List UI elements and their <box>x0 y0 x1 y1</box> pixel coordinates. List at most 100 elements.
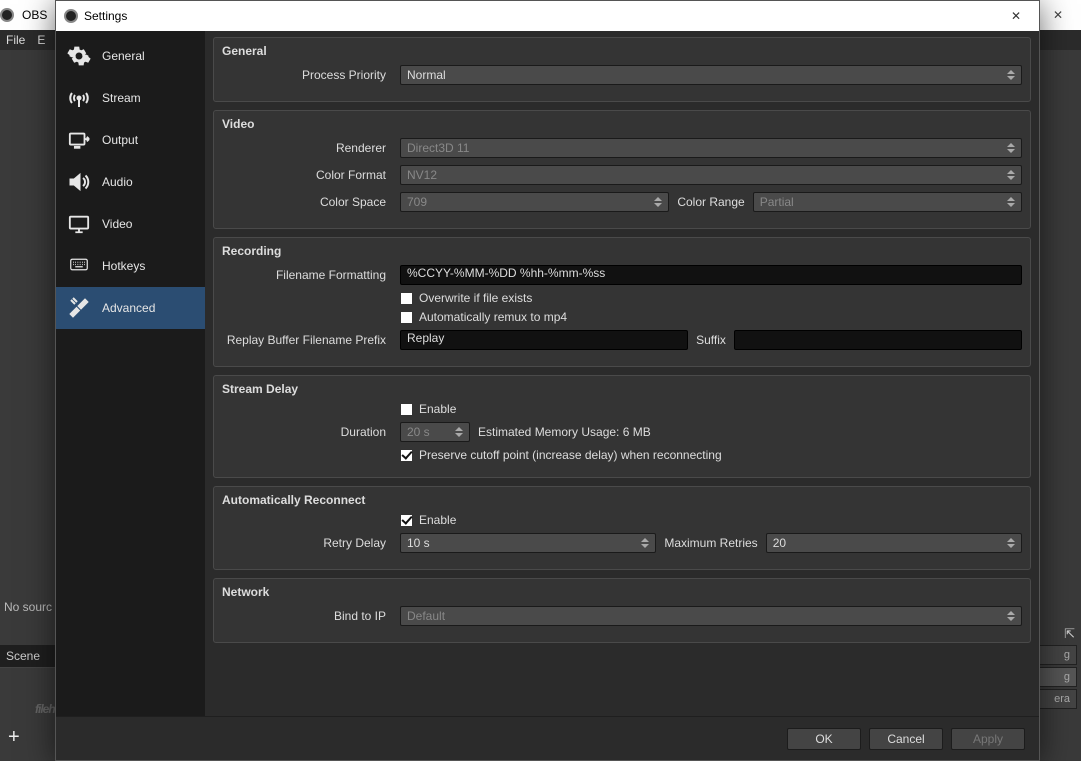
output-icon <box>66 127 92 153</box>
menu-item[interactable]: E <box>37 33 45 47</box>
group-stream-delay: Stream Delay Enable Duration 20 s Estima… <box>213 375 1031 478</box>
checkbox-label: Overwrite if file exists <box>419 291 532 305</box>
checkbox-label: Preserve cutoff point (increase delay) w… <box>419 448 722 462</box>
checkbox-icon <box>400 311 413 324</box>
auto-remux-checkbox[interactable]: Automatically remux to mp4 <box>400 310 1022 324</box>
sidebar-item-stream[interactable]: Stream <box>56 77 205 119</box>
group-title: Automatically Reconnect <box>222 493 1022 507</box>
group-title: Video <box>222 117 1022 131</box>
group-reconnect: Automatically Reconnect Enable Retry Del… <box>213 486 1031 570</box>
stream-delay-enable-checkbox[interactable]: Enable <box>400 402 1022 416</box>
color-format-label: Color Format <box>222 168 392 182</box>
close-button[interactable]: ✕ <box>993 1 1039 31</box>
color-space-label: Color Space <box>222 195 392 209</box>
settings-content: General Process Priority Normal Video Re… <box>205 31 1039 716</box>
sidebar-item-label: Stream <box>102 91 141 105</box>
gear-icon <box>66 43 92 69</box>
memory-usage-label: Estimated Memory Usage: 6 MB <box>478 425 651 439</box>
sidebar-item-label: Advanced <box>102 301 155 315</box>
renderer-label: Renderer <box>222 141 392 155</box>
sidebar-item-label: Output <box>102 133 138 147</box>
checkbox-icon <box>400 449 413 462</box>
renderer-combo[interactable]: Direct3D 11 <box>400 138 1022 158</box>
retry-delay-label: Retry Delay <box>222 536 392 550</box>
color-space-combo[interactable]: 709 <box>400 192 669 212</box>
chevron-updown-icon <box>1003 66 1019 84</box>
obs-icon <box>64 9 78 23</box>
group-title: Network <box>222 585 1022 599</box>
process-priority-label: Process Priority <box>222 68 392 82</box>
sidebar-item-advanced[interactable]: Advanced <box>56 287 205 329</box>
keyboard-icon <box>66 253 92 279</box>
bind-ip-label: Bind to IP <box>222 609 392 623</box>
duration-spinner[interactable]: 20 s <box>400 422 470 442</box>
checkbox-icon <box>400 292 413 305</box>
sidebar-item-label: Video <box>102 217 132 231</box>
chevron-updown-icon <box>650 193 666 211</box>
overwrite-checkbox[interactable]: Overwrite if file exists <box>400 291 1022 305</box>
color-format-combo[interactable]: NV12 <box>400 165 1022 185</box>
max-retries-spinner[interactable]: 20 <box>766 533 1022 553</box>
cancel-button[interactable]: Cancel <box>869 728 943 750</box>
sidebar-item-label: Hotkeys <box>102 259 145 273</box>
antenna-icon <box>66 85 92 111</box>
anchor-icon[interactable]: ⇱ <box>1064 626 1075 642</box>
chevron-updown-icon <box>1003 139 1019 157</box>
add-scene-button[interactable]: + <box>8 726 20 749</box>
max-retries-label: Maximum Retries <box>664 536 757 550</box>
obs-icon <box>0 8 14 22</box>
group-title: Recording <box>222 244 1022 258</box>
sidebar-item-video[interactable]: Video <box>56 203 205 245</box>
settings-dialog: Settings ✕ General Stream Out <box>55 0 1040 761</box>
speaker-icon <box>66 169 92 195</box>
preserve-cutoff-checkbox[interactable]: Preserve cutoff point (increase delay) w… <box>400 448 1022 462</box>
replay-prefix-input[interactable]: Replay <box>400 330 688 350</box>
filename-format-input[interactable]: %CCYY-%MM-%DD %hh-%mm-%ss <box>400 265 1022 285</box>
chevron-updown-icon <box>1003 166 1019 184</box>
sidebar: General Stream Output Audio <box>56 31 205 716</box>
process-priority-combo[interactable]: Normal <box>400 65 1022 85</box>
group-title: Stream Delay <box>222 382 1022 396</box>
filename-format-label: Filename Formatting <box>222 268 392 282</box>
replay-suffix-input[interactable] <box>734 330 1022 350</box>
group-recording: Recording Filename Formatting %CCYY-%MM-… <box>213 237 1031 367</box>
duration-label: Duration <box>222 425 392 439</box>
color-range-label: Color Range <box>677 195 744 209</box>
ok-button[interactable]: OK <box>787 728 861 750</box>
chevron-updown-icon <box>1003 607 1019 625</box>
reconnect-enable-checkbox[interactable]: Enable <box>400 513 1022 527</box>
group-network: Network Bind to IP Default <box>213 578 1031 643</box>
retry-delay-spinner[interactable]: 10 s <box>400 533 656 553</box>
sidebar-item-label: Audio <box>102 175 133 189</box>
tools-icon <box>66 295 92 321</box>
main-close-icon[interactable]: ✕ <box>1035 0 1081 30</box>
group-general: General Process Priority Normal <box>213 37 1031 102</box>
chevron-updown-icon <box>451 423 467 441</box>
sidebar-item-output[interactable]: Output <box>56 119 205 161</box>
chevron-updown-icon <box>1003 534 1019 552</box>
group-video: Video Renderer Direct3D 11 Color Format … <box>213 110 1031 229</box>
sidebar-item-audio[interactable]: Audio <box>56 161 205 203</box>
chevron-updown-icon <box>1003 193 1019 211</box>
chevron-updown-icon <box>637 534 653 552</box>
color-range-combo[interactable]: Partial <box>753 192 1022 212</box>
sidebar-item-general[interactable]: General <box>56 35 205 77</box>
dialog-footer: OK Cancel Apply <box>56 716 1039 760</box>
checkbox-label: Automatically remux to mp4 <box>419 310 567 324</box>
sidebar-item-hotkeys[interactable]: Hotkeys <box>56 245 205 287</box>
apply-button[interactable]: Apply <box>951 728 1025 750</box>
dialog-title: Settings <box>84 9 127 23</box>
monitor-icon <box>66 211 92 237</box>
group-title: General <box>222 44 1022 58</box>
checkbox-icon <box>400 403 413 416</box>
bind-ip-combo[interactable]: Default <box>400 606 1022 626</box>
scene-item[interactable]: Scene <box>0 645 55 668</box>
checkbox-label: Enable <box>419 402 456 416</box>
menu-file[interactable]: File <box>6 33 25 47</box>
suffix-label: Suffix <box>696 333 726 347</box>
sidebar-item-label: General <box>102 49 145 63</box>
main-title: OBS <box>22 8 47 22</box>
checkbox-icon <box>400 514 413 527</box>
replay-prefix-label: Replay Buffer Filename Prefix <box>222 333 392 347</box>
no-sources-label: No sourc <box>4 600 52 614</box>
